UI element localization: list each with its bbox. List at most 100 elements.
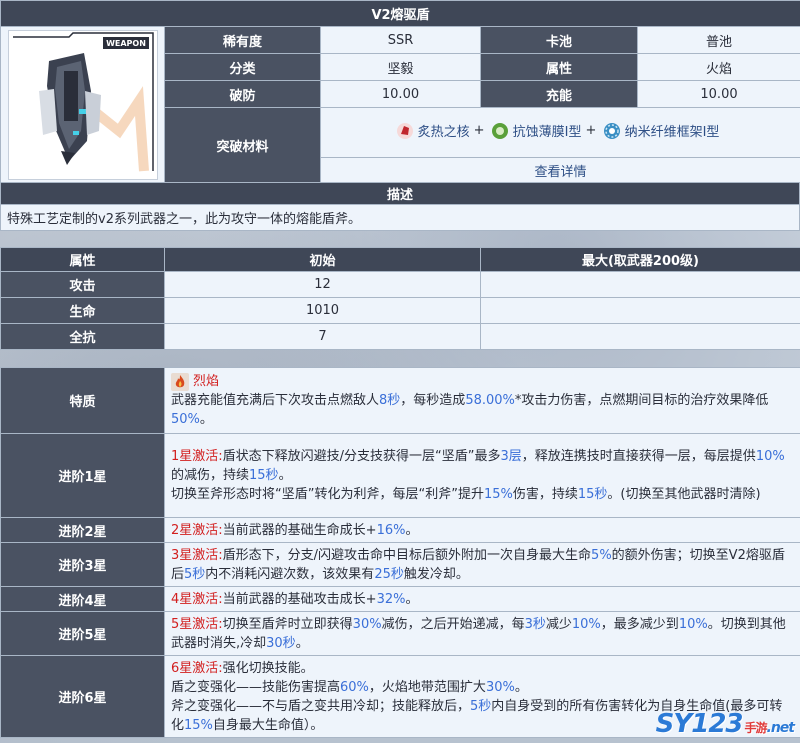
activation-label: 5星激活: bbox=[171, 616, 223, 632]
highlight-value: 15% bbox=[483, 487, 513, 502]
advance-row: 进阶1星 1星激活:盾状态下释放闪避技/分支技获得一层“坚盾”最多3层，释放连携… bbox=[0, 433, 800, 518]
highlight-value: 10% bbox=[571, 616, 601, 632]
stat-max bbox=[480, 297, 800, 324]
rarity-label: 稀有度 bbox=[164, 26, 321, 54]
class-value: 坚毅 bbox=[320, 53, 481, 81]
advance-line: 3星激活:盾形态下，分支/闪避攻击命中目标后额外附加一次自身最大生命5%的额外伤… bbox=[171, 546, 794, 584]
charge-value: 10.00 bbox=[636, 80, 800, 108]
activation-label: 1星激活: bbox=[171, 449, 223, 464]
material-name[interactable]: 炙热之核 bbox=[418, 121, 470, 140]
highlight-value: 10% bbox=[678, 616, 708, 632]
material-item[interactable]: 炙热之核 + bbox=[396, 121, 485, 140]
advance-row: 进阶2星 2星激活:当前武器的基础生命成长+16%。 bbox=[0, 517, 800, 543]
blue-frame-icon bbox=[603, 122, 620, 139]
advance-desc: 2星激活:当前武器的基础生命成长+16%。 bbox=[164, 517, 800, 543]
advance-table: 特质 烈焰 武器充能值充满后下次攻击点燃敌人8秒，每秒造成58.00%*攻击力伤… bbox=[0, 367, 800, 738]
advance-desc: 3星激活:盾形态下，分支/闪避攻击命中目标后额外附加一次自身最大生命5%的额外伤… bbox=[164, 542, 800, 587]
advance-line: 1星激活:盾状态下释放闪避技/分支技获得一层“坚盾”最多3层，释放连携技时直接获… bbox=[171, 447, 794, 485]
advance-row: 进阶5星 5星激活:切换至盾斧时立即获得30%减伤，之后开始递减，每3秒减少10… bbox=[0, 611, 800, 656]
weapon-image-cell: WEAPON bbox=[0, 26, 165, 184]
advance-text: 。 bbox=[514, 679, 528, 695]
charge-label: 充能 bbox=[480, 80, 638, 108]
advance-text: 。 bbox=[405, 522, 419, 538]
advance-label: 进阶2星 bbox=[0, 517, 165, 543]
stats-header-max: 最大(取武器200级) bbox=[480, 247, 800, 272]
highlight-value: 25秒 bbox=[374, 566, 404, 582]
material-name[interactable]: 抗蚀薄膜Ⅰ型 bbox=[513, 121, 582, 140]
activation-label: 6星激活: bbox=[171, 660, 223, 676]
flame-icon bbox=[171, 372, 189, 391]
advance-text: 切换至斧形态时将“坚盾”转化为利斧，每层“利斧”提升 bbox=[171, 487, 484, 502]
advance-label: 进阶3星 bbox=[0, 542, 165, 587]
highlight-value: 3秒 bbox=[524, 616, 546, 632]
trait-text: 。 bbox=[199, 412, 213, 427]
green-film-icon bbox=[491, 122, 508, 139]
advance-row: 进阶3星 3星激活:盾形态下，分支/闪避攻击命中目标后额外附加一次自身最大生命5… bbox=[0, 542, 800, 587]
advance-desc: 4星激活:当前武器的基础攻击成长+32%。 bbox=[164, 586, 800, 612]
stats-header-attr: 属性 bbox=[0, 247, 165, 272]
details-link[interactable]: 查看详情 bbox=[535, 165, 587, 180]
highlight-value: 15% bbox=[184, 717, 213, 733]
trait-value: 58.00% bbox=[465, 393, 515, 408]
trait-label: 特质 bbox=[0, 367, 165, 434]
site-watermark: SY123 手游.net bbox=[655, 709, 796, 739]
stats-header-init: 初始 bbox=[164, 247, 481, 272]
advance-desc: 1星激活:盾状态下释放闪避技/分支技获得一层“坚盾”最多3层，释放连携技时直接获… bbox=[164, 433, 800, 518]
highlight-value: 10% bbox=[755, 449, 785, 464]
attr-value: 火焰 bbox=[636, 53, 800, 81]
highlight-value: 16% bbox=[376, 522, 406, 538]
stat-label: 生命 bbox=[0, 297, 165, 324]
stat-init: 12 bbox=[164, 271, 481, 298]
trait-text: ，每秒造成 bbox=[400, 393, 466, 408]
highlight-value: 30% bbox=[352, 616, 382, 632]
material-item[interactable]: 抗蚀薄膜Ⅰ型 + bbox=[491, 121, 596, 140]
watermark-brand: SY123 bbox=[655, 709, 744, 739]
weapon-image: WEAPON bbox=[7, 30, 158, 180]
advance-line: 4星激活:当前武器的基础攻击成长+32%。 bbox=[171, 590, 794, 609]
advance-text: 当前武器的基础攻击成长+ bbox=[222, 591, 377, 607]
material-sep: + bbox=[473, 123, 485, 139]
trait-text: *攻击力伤害，点燃期间目标的治疗效果降低 bbox=[514, 393, 769, 408]
material-name[interactable]: 纳米纤维框架Ⅰ型 bbox=[625, 121, 720, 140]
trait-cell: 烈焰 武器充能值充满后下次攻击点燃敌人8秒，每秒造成58.00%*攻击力伤害，点… bbox=[164, 367, 800, 434]
advance-line: 盾之变强化——技能伤害提高60%，火焰地带范围扩大30%。 bbox=[171, 678, 794, 697]
highlight-value: 5秒 bbox=[184, 566, 206, 582]
advance-text: 盾状态下释放闪避技/分支技获得一层“坚盾”最多 bbox=[222, 449, 501, 464]
advance-text: 。(切换至其他武器时清除) bbox=[607, 487, 761, 502]
material-item[interactable]: 纳米纤维框架Ⅰ型 bbox=[603, 121, 724, 140]
advance-text: 。 bbox=[278, 468, 292, 483]
weapon-title: V2熔驱盾 bbox=[0, 0, 800, 27]
watermark-domain: .net bbox=[766, 720, 796, 736]
trait-title: 烈焰 bbox=[171, 372, 794, 391]
attr-label: 属性 bbox=[480, 53, 638, 81]
advance-text: 自身最大生命值）。 bbox=[212, 717, 324, 733]
details-cell: 查看详情 bbox=[319, 157, 800, 184]
rarity-value: SSR bbox=[320, 26, 481, 54]
highlight-value: 30秒 bbox=[266, 635, 296, 651]
advance-text: ，火焰地带范围扩大 bbox=[368, 679, 486, 695]
stat-max bbox=[480, 323, 800, 350]
highlight-value: 5% bbox=[591, 547, 612, 563]
activation-label: 4星激活: bbox=[171, 591, 223, 607]
advance-line: 切换至斧形态时将“坚盾”转化为利斧，每层“利斧”提升15%伤害，持续15秒。(切… bbox=[171, 485, 794, 504]
highlight-value: 32% bbox=[376, 591, 406, 607]
advance-text: 减伤，之后开始递减，每 bbox=[381, 616, 525, 632]
stat-max bbox=[480, 271, 800, 298]
highlight-value: 5秒 bbox=[470, 698, 492, 714]
pool-label: 卡池 bbox=[480, 26, 638, 54]
highlight-value: 30% bbox=[485, 679, 515, 695]
trait-value: 50% bbox=[171, 412, 200, 427]
activation-label: 2星激活: bbox=[171, 522, 223, 538]
description-text: 特殊工艺定制的v2系列武器之一，此为攻守一体的熔能盾斧。 bbox=[0, 204, 800, 231]
advance-text: 触发冷却。 bbox=[403, 566, 469, 582]
highlight-value: 60% bbox=[340, 679, 369, 695]
advance-text: 内不消耗闪避次数，该效果有 bbox=[205, 566, 375, 582]
stat-init: 7 bbox=[164, 323, 481, 350]
trait-desc: 武器充能值充满后下次攻击点燃敌人8秒，每秒造成58.00%*攻击力伤害，点燃期间… bbox=[171, 391, 794, 429]
advance-text: 当前武器的基础生命成长+ bbox=[222, 522, 377, 538]
stat-init: 1010 bbox=[164, 297, 481, 324]
advance-text: 强化切换技能。 bbox=[222, 660, 314, 676]
advance-line: 6星激活:强化切换技能。 bbox=[171, 659, 794, 678]
advance-label: 进阶6星 bbox=[0, 655, 165, 738]
advance-desc: 5星激活:切换至盾斧时立即获得30%减伤，之后开始递减，每3秒减少10%，最多减… bbox=[164, 611, 800, 656]
